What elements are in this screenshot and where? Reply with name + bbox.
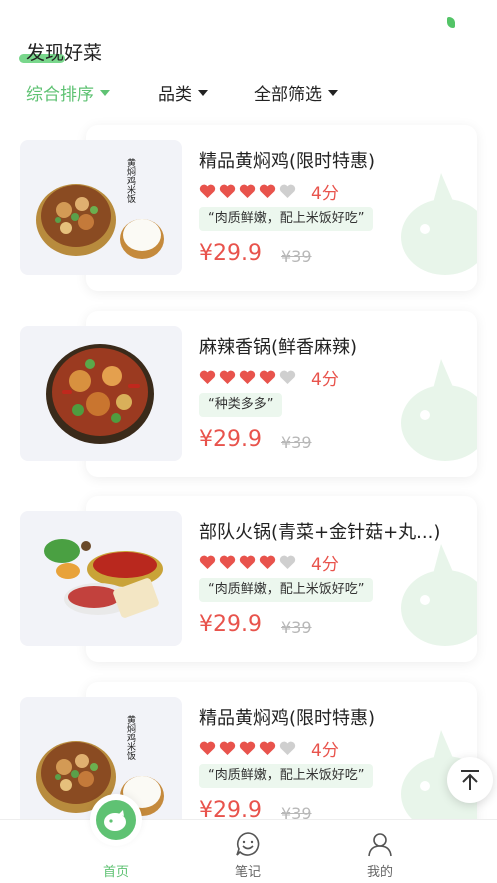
rating-score: 4分: [311, 370, 339, 390]
original-price: ¥39: [281, 247, 312, 266]
sort-comprehensive-label: 综合排序: [26, 85, 94, 105]
rating-hearts: 4分: [199, 365, 339, 390]
mascot-watermark-icon: [393, 351, 477, 461]
caret-down-icon: [328, 89, 338, 96]
review-tag: “肉质鲜嫩，配上米饭好吃”: [199, 578, 374, 602]
dish-name: 麻辣香锅(鲜香麻辣): [199, 337, 358, 358]
caret-down-icon: [100, 89, 110, 96]
heart-filled-icon: [259, 370, 276, 384]
category-dropdown[interactable]: 品类: [158, 80, 208, 105]
review-tag: “肉质鲜嫩，配上米饭好吃”: [199, 764, 374, 788]
heart-filled-icon: [239, 741, 256, 755]
page-title: 发现好菜: [26, 42, 103, 64]
dish-card[interactable]: 麻辣香锅(鲜香麻辣) 4分 “种类多多” ¥29.9 ¥39: [0, 311, 497, 481]
sort-filter-bar: 综合排序 品类 全部筛选: [0, 80, 497, 108]
heart-filled-icon: [239, 555, 256, 569]
app-page: 发现好菜 综合排序 品类 全部筛选 黄焖鸡米饭 精品黄焖鸡(限时特惠) 4分 “肉质鲜…: [0, 0, 497, 883]
braised-chicken-image-text: 黄焖鸡米饭: [125, 157, 136, 204]
price: ¥29.9: [199, 612, 262, 637]
tab-notes-label: 笔记: [234, 865, 261, 880]
tab-home-label: 首页: [102, 865, 129, 880]
tab-profile[interactable]: 我的: [330, 820, 430, 883]
dish-name: 精品黄焖鸡(限时特惠): [199, 708, 376, 729]
home-logo-icon: [96, 800, 136, 840]
heart-empty-icon: [279, 555, 296, 569]
dish-name: 部队火锅(青菜+金针菇+丸...): [199, 522, 441, 543]
heart-filled-icon: [219, 184, 236, 198]
rating-hearts: 4分: [199, 736, 339, 761]
original-price: ¥39: [281, 618, 312, 637]
review-tag: “种类多多”: [199, 393, 283, 417]
tab-notes[interactable]: 笔记: [198, 820, 298, 883]
all-filters-label: 全部筛选: [254, 85, 322, 105]
heart-filled-icon: [219, 741, 236, 755]
rating-hearts: 4分: [199, 179, 339, 204]
tab-profile-label: 我的: [366, 865, 393, 880]
user-icon: [368, 833, 392, 857]
braised-chicken-image-text: 黄焖鸡米饭: [125, 714, 136, 761]
tab-home[interactable]: 首页: [66, 794, 166, 883]
sort-comprehensive-dropdown[interactable]: 综合排序: [26, 80, 110, 105]
home-bubble: [90, 794, 142, 846]
mascot-watermark-icon: [393, 165, 477, 275]
heart-filled-icon: [199, 741, 216, 755]
heart-filled-icon: [259, 741, 276, 755]
heart-filled-icon: [219, 555, 236, 569]
original-price: ¥39: [281, 433, 312, 452]
price: ¥29.9: [199, 241, 262, 266]
arrow-up-icon: [461, 770, 479, 790]
rating-score: 4分: [311, 555, 339, 575]
heart-empty-icon: [279, 741, 296, 755]
chat-face-icon: [236, 832, 260, 856]
category-label: 品类: [158, 85, 192, 105]
bottom-tab-bar: 首页 笔记 我的: [0, 794, 497, 883]
rating-score: 4分: [311, 741, 339, 761]
dish-card[interactable]: 部队火锅(青菜+金针菇+丸...) 4分 “肉质鲜嫩，配上米饭好吃” ¥29.9 ¥39: [0, 496, 497, 666]
dish-image[interactable]: 黄焖鸡米饭: [20, 140, 182, 275]
heart-empty-icon: [279, 370, 296, 384]
heart-filled-icon: [199, 555, 216, 569]
rating-score: 4分: [311, 184, 339, 204]
mascot-watermark-icon: [393, 536, 477, 646]
review-tag: “肉质鲜嫩，配上米饭好吃”: [199, 207, 374, 231]
dish-image[interactable]: [20, 511, 182, 646]
dish-name: 精品黄焖鸡(限时特惠): [199, 151, 376, 172]
heart-filled-icon: [239, 370, 256, 384]
heart-filled-icon: [239, 184, 256, 198]
rating-hearts: 4分: [199, 550, 339, 575]
heart-filled-icon: [219, 370, 236, 384]
status-indicator-icon: [447, 17, 455, 28]
heart-filled-icon: [259, 184, 276, 198]
heart-filled-icon: [199, 370, 216, 384]
caret-down-icon: [198, 89, 208, 96]
heart-empty-icon: [279, 184, 296, 198]
heart-filled-icon: [259, 555, 276, 569]
heart-filled-icon: [199, 184, 216, 198]
all-filters-dropdown[interactable]: 全部筛选: [254, 80, 338, 105]
price: ¥29.9: [199, 427, 262, 452]
dish-card[interactable]: 黄焖鸡米饭 精品黄焖鸡(限时特惠) 4分 “肉质鲜嫩，配上米饭好吃” ¥29.9 ¥39: [0, 125, 497, 295]
back-to-top-button[interactable]: [447, 757, 493, 803]
dish-image[interactable]: [20, 326, 182, 461]
